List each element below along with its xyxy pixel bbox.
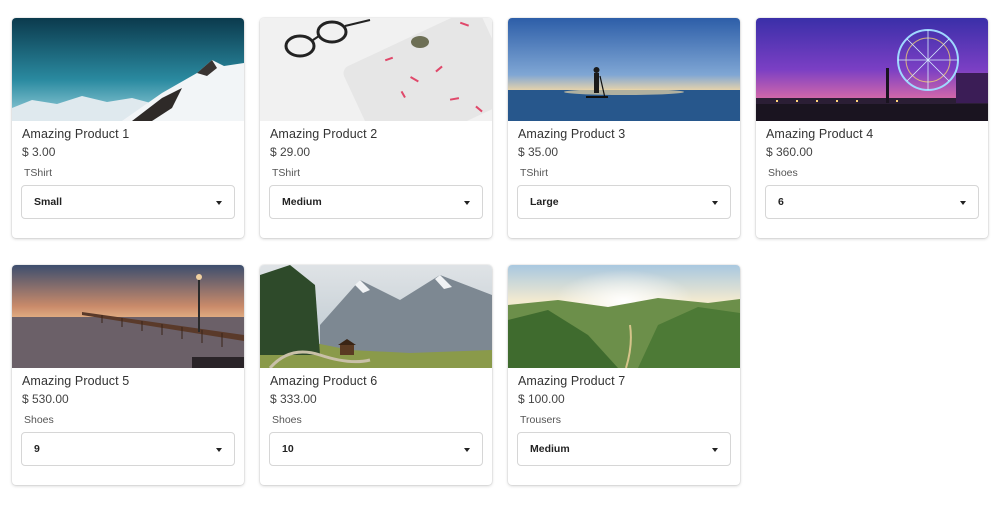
size-select[interactable]: Small [21, 185, 235, 219]
size-select[interactable]: Medium [517, 432, 731, 466]
select-value: Small [34, 196, 63, 208]
product-name: Amazing Product 2 [270, 127, 378, 141]
product-price: $ 530.00 [22, 392, 69, 406]
product-card: Amazing Product 3 $ 35.00 TShirt Large [508, 18, 740, 238]
option-label: Shoes [768, 167, 798, 179]
option-label: Trousers [520, 414, 562, 426]
product-image-green-hills-sunrise[interactable] [508, 265, 740, 368]
option-label: TShirt [24, 167, 53, 179]
product-name: Amazing Product 5 [22, 374, 130, 388]
chevron-down-icon [712, 448, 718, 452]
select-value: 9 [34, 443, 40, 455]
size-select[interactable]: Medium [269, 185, 483, 219]
product-image-ferris-wheel-pier[interactable] [756, 18, 988, 121]
select-value: Medium [282, 196, 322, 208]
chevron-down-icon [960, 201, 966, 205]
select-value: 10 [282, 443, 294, 455]
option-label: Shoes [272, 414, 302, 426]
select-value: Large [530, 196, 559, 208]
chevron-down-icon [464, 448, 470, 452]
option-label: TShirt [272, 167, 301, 179]
select-value: Medium [530, 443, 570, 455]
product-card: Amazing Product 1 $ 3.00 TShirt Small [12, 18, 244, 238]
option-label: TShirt [520, 167, 549, 179]
size-select[interactable]: 9 [21, 432, 235, 466]
product-card: Amazing Product 4 $ 360.00 Shoes 6 [756, 18, 988, 238]
product-image-alpine-valley[interactable] [260, 265, 492, 368]
product-name: Amazing Product 4 [766, 127, 874, 141]
option-label: Shoes [24, 414, 54, 426]
chevron-down-icon [216, 448, 222, 452]
product-image-glasses-desk[interactable] [260, 18, 492, 121]
product-name: Amazing Product 6 [270, 374, 378, 388]
product-price: $ 3.00 [22, 145, 56, 159]
product-image-pier-sunset[interactable] [12, 265, 244, 368]
size-select[interactable]: 6 [765, 185, 979, 219]
chevron-down-icon [712, 201, 718, 205]
product-price: $ 35.00 [518, 145, 559, 159]
product-card: Amazing Product 6 $ 333.00 Shoes 10 [260, 265, 492, 485]
product-card: Amazing Product 2 $ 29.00 TShirt Medium [260, 18, 492, 238]
select-value: 6 [778, 196, 784, 208]
product-card: Amazing Product 7 $ 100.00 Trousers Medi… [508, 265, 740, 485]
product-name: Amazing Product 1 [22, 127, 130, 141]
product-card: Amazing Product 5 $ 530.00 Shoes 9 [12, 265, 244, 485]
size-select[interactable]: 10 [269, 432, 483, 466]
product-price: $ 29.00 [270, 145, 311, 159]
chevron-down-icon [216, 201, 222, 205]
product-name: Amazing Product 7 [518, 374, 626, 388]
product-image-paddleboard-sea[interactable] [508, 18, 740, 121]
chevron-down-icon [464, 201, 470, 205]
product-price: $ 360.00 [766, 145, 813, 159]
product-price: $ 333.00 [270, 392, 317, 406]
product-price: $ 100.00 [518, 392, 565, 406]
product-name: Amazing Product 3 [518, 127, 626, 141]
size-select[interactable]: Large [517, 185, 731, 219]
product-image-snowy-mountain[interactable] [12, 18, 244, 121]
